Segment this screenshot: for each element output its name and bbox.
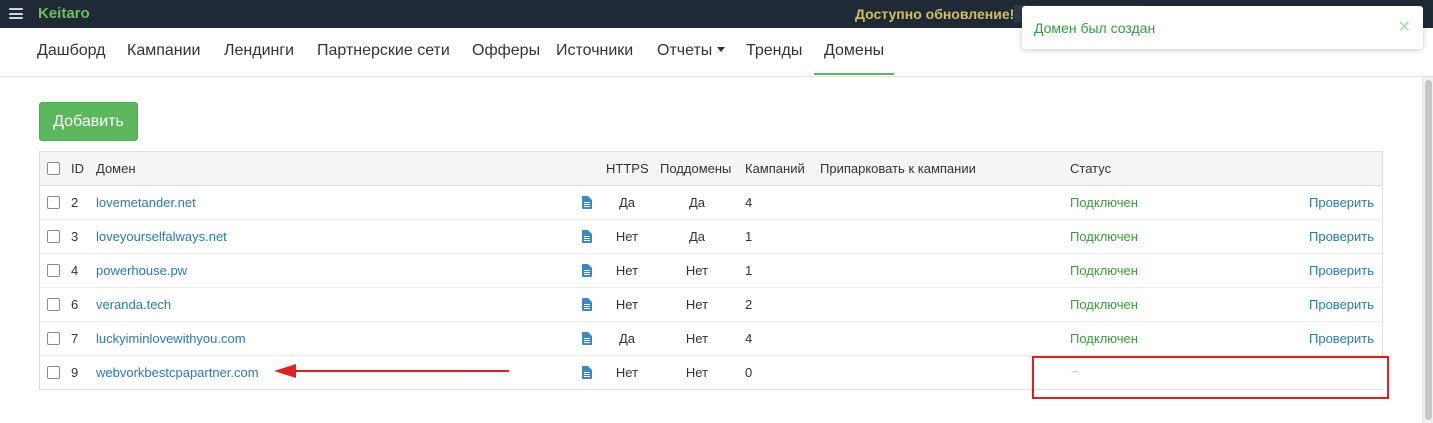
check-link[interactable]: Проверить xyxy=(1309,322,1374,356)
check-link[interactable]: Проверить xyxy=(1309,288,1374,322)
row-campaigns: 4 xyxy=(745,331,753,346)
row-id: 7 xyxy=(71,331,79,346)
header-subdomains[interactable]: Поддомены xyxy=(660,152,731,186)
row-subdomains: Нет xyxy=(685,365,709,380)
row-https: Нет xyxy=(615,263,639,278)
nav-item-reports-label: Отчеты xyxy=(657,42,713,59)
table-row: 3 loveyourselfalways.net Нет Да 1 Подклю… xyxy=(40,220,1382,254)
table-row: 4 powerhouse.pw Нет Нет 1 Подключен Пров… xyxy=(40,254,1382,288)
check-link[interactable]: Проверить xyxy=(1309,254,1374,288)
row-campaigns: 1 xyxy=(745,229,753,244)
row-id: 6 xyxy=(71,297,79,312)
domain-link[interactable]: powerhouse.pw xyxy=(96,254,187,288)
row-id: 4 xyxy=(71,263,79,278)
annotation-highlight-box xyxy=(1032,356,1389,399)
header-campaigns[interactable]: Кампаний xyxy=(745,152,805,186)
table-row: 2 lovemetander.net Да Да 4 Подключен Про… xyxy=(40,186,1382,220)
select-all-checkbox[interactable] xyxy=(47,162,60,175)
domain-link[interactable]: luckyiminlovewithyou.com xyxy=(96,322,246,356)
row-checkbox[interactable] xyxy=(47,366,60,379)
nav-item-dashboard[interactable]: Дашборд xyxy=(37,42,106,60)
file-icon[interactable] xyxy=(582,366,594,382)
nav-item-trends[interactable]: Тренды xyxy=(746,42,802,60)
nav-item-offers[interactable]: Офферы xyxy=(472,42,540,60)
row-https: Нет xyxy=(615,229,639,244)
page-scrollbar[interactable] xyxy=(1422,77,1433,423)
file-icon[interactable] xyxy=(582,332,594,348)
row-status: Подключен xyxy=(1070,331,1138,346)
file-icon[interactable] xyxy=(582,196,594,212)
nav-item-sources[interactable]: Источники xyxy=(556,42,633,60)
row-checkbox[interactable] xyxy=(47,264,60,277)
update-available-link[interactable]: Доступно обновление! xyxy=(855,6,1014,22)
file-icon[interactable] xyxy=(582,230,594,246)
file-icon[interactable] xyxy=(582,298,594,314)
row-status: Подключен xyxy=(1070,297,1138,312)
row-https: Нет xyxy=(615,297,639,312)
success-toast: Домен был создан ✕ xyxy=(1022,6,1423,49)
row-subdomains: Нет xyxy=(685,297,709,312)
row-id: 3 xyxy=(71,229,79,244)
annotation-arrow-line xyxy=(295,370,509,372)
scrollbar-thumb[interactable] xyxy=(1425,80,1432,420)
row-id: 9 xyxy=(71,365,79,380)
row-campaigns: 4 xyxy=(745,195,753,210)
toast-message: Домен был создан xyxy=(1034,20,1156,36)
add-domain-button[interactable]: Добавить xyxy=(39,102,138,141)
close-icon[interactable]: ✕ xyxy=(1398,17,1411,36)
row-https: Да xyxy=(618,195,636,210)
row-subdomains: Нет xyxy=(685,331,709,346)
file-icon[interactable] xyxy=(582,264,594,280)
row-id: 2 xyxy=(71,195,79,210)
row-status: Подключен xyxy=(1070,195,1138,210)
table-header: ID Домен HTTPS Поддомены Кампаний Припар… xyxy=(40,152,1382,186)
header-status[interactable]: Статус xyxy=(1070,152,1111,186)
row-campaigns: 2 xyxy=(745,297,753,312)
domain-link[interactable]: lovemetander.net xyxy=(96,186,196,220)
row-https: Да xyxy=(618,331,636,346)
caret-down-icon xyxy=(717,47,726,52)
annotation-arrow-head-icon xyxy=(274,364,296,378)
row-checkbox[interactable] xyxy=(47,196,60,209)
nav-item-domains[interactable]: Домены xyxy=(813,42,895,75)
row-checkbox[interactable] xyxy=(47,332,60,345)
domain-link[interactable]: veranda.tech xyxy=(96,288,171,322)
row-subdomains: Да xyxy=(688,195,706,210)
row-status: Подключен xyxy=(1070,229,1138,244)
nav-item-affiliate-networks[interactable]: Партнерские сети xyxy=(317,42,450,60)
row-campaigns: 0 xyxy=(745,365,753,380)
row-subdomains: Да xyxy=(688,229,706,244)
row-checkbox[interactable] xyxy=(47,230,60,243)
row-https: Нет xyxy=(615,365,639,380)
table-row: 7 luckyiminlovewithyou.com Да Нет 4 Подк… xyxy=(40,322,1382,356)
check-link[interactable]: Проверить xyxy=(1309,186,1374,220)
row-subdomains: Нет xyxy=(685,263,709,278)
header-domain[interactable]: Домен xyxy=(96,152,136,186)
header-https[interactable]: HTTPS xyxy=(606,152,649,186)
header-id[interactable]: ID xyxy=(71,152,84,186)
row-status: Подключен xyxy=(1070,263,1138,278)
row-checkbox[interactable] xyxy=(47,298,60,311)
nav-item-reports[interactable]: Отчеты xyxy=(657,42,726,60)
domains-table: ID Домен HTTPS Поддомены Кампаний Припар… xyxy=(39,151,1383,390)
header-park[interactable]: Припарковать к кампании xyxy=(820,152,976,186)
check-link[interactable]: Проверить xyxy=(1309,220,1374,254)
table-row: 6 veranda.tech Нет Нет 2 Подключен Прове… xyxy=(40,288,1382,322)
row-campaigns: 1 xyxy=(745,263,753,278)
brand-logo[interactable]: Keitaro xyxy=(38,5,90,22)
domain-link[interactable]: loveyourselfalways.net xyxy=(96,220,227,254)
domain-link[interactable]: webvorkbestcpapartner.com xyxy=(96,356,259,390)
menu-icon[interactable] xyxy=(9,8,23,19)
nav-item-landings[interactable]: Лендинги xyxy=(224,42,294,60)
nav-item-campaigns[interactable]: Кампании xyxy=(127,42,201,60)
